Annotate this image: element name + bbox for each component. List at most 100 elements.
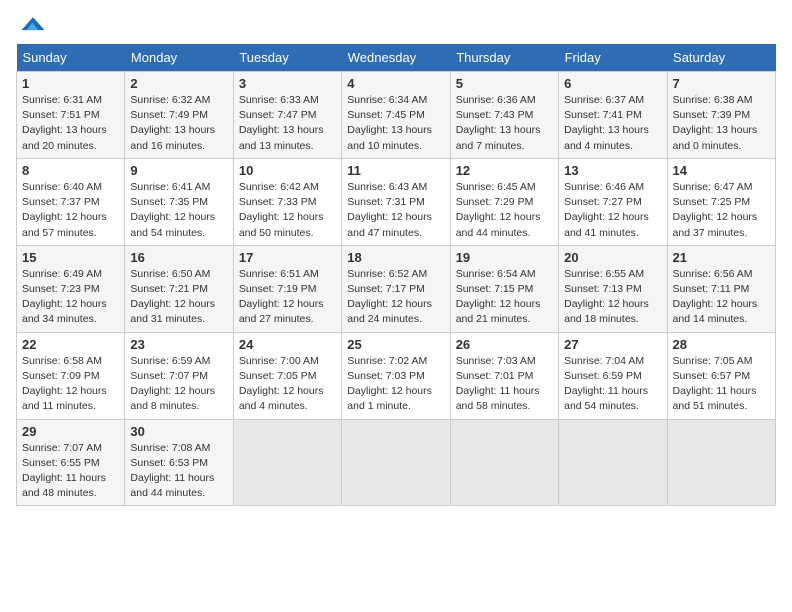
day-info: Sunrise: 6:45 AM Sunset: 7:29 PM Dayligh…: [456, 180, 553, 241]
day-number: 9: [130, 163, 227, 178]
day-info: Sunrise: 6:58 AM Sunset: 7:09 PM Dayligh…: [22, 354, 119, 415]
day-of-week-thursday: Thursday: [450, 44, 558, 72]
table-row: 18 Sunrise: 6:52 AM Sunset: 7:17 PM Dayl…: [342, 245, 450, 332]
table-row: [450, 419, 558, 506]
table-row: 13 Sunrise: 6:46 AM Sunset: 7:27 PM Dayl…: [559, 158, 667, 245]
table-row: [667, 419, 775, 506]
day-info: Sunrise: 6:42 AM Sunset: 7:33 PM Dayligh…: [239, 180, 336, 241]
day-number: 28: [673, 337, 770, 352]
day-info: Sunrise: 6:55 AM Sunset: 7:13 PM Dayligh…: [564, 267, 661, 328]
day-info: Sunrise: 6:52 AM Sunset: 7:17 PM Dayligh…: [347, 267, 444, 328]
table-row: [559, 419, 667, 506]
calendar: SundayMondayTuesdayWednesdayThursdayFrid…: [16, 44, 776, 506]
day-info: Sunrise: 6:59 AM Sunset: 7:07 PM Dayligh…: [130, 354, 227, 415]
day-number: 7: [673, 76, 770, 91]
table-row: 28 Sunrise: 7:05 AM Sunset: 6:57 PM Dayl…: [667, 332, 775, 419]
table-row: 19 Sunrise: 6:54 AM Sunset: 7:15 PM Dayl…: [450, 245, 558, 332]
day-number: 8: [22, 163, 119, 178]
day-number: 15: [22, 250, 119, 265]
day-info: Sunrise: 7:02 AM Sunset: 7:03 PM Dayligh…: [347, 354, 444, 415]
day-number: 27: [564, 337, 661, 352]
table-row: 17 Sunrise: 6:51 AM Sunset: 7:19 PM Dayl…: [233, 245, 341, 332]
day-of-week-tuesday: Tuesday: [233, 44, 341, 72]
day-info: Sunrise: 6:50 AM Sunset: 7:21 PM Dayligh…: [130, 267, 227, 328]
day-of-week-friday: Friday: [559, 44, 667, 72]
day-number: 18: [347, 250, 444, 265]
day-info: Sunrise: 6:34 AM Sunset: 7:45 PM Dayligh…: [347, 93, 444, 154]
day-number: 5: [456, 76, 553, 91]
table-row: 2 Sunrise: 6:32 AM Sunset: 7:49 PM Dayli…: [125, 72, 233, 159]
day-number: 10: [239, 163, 336, 178]
day-info: Sunrise: 6:51 AM Sunset: 7:19 PM Dayligh…: [239, 267, 336, 328]
table-row: 15 Sunrise: 6:49 AM Sunset: 7:23 PM Dayl…: [17, 245, 125, 332]
table-row: 27 Sunrise: 7:04 AM Sunset: 6:59 PM Dayl…: [559, 332, 667, 419]
day-info: Sunrise: 7:04 AM Sunset: 6:59 PM Dayligh…: [564, 354, 661, 415]
day-info: Sunrise: 6:41 AM Sunset: 7:35 PM Dayligh…: [130, 180, 227, 241]
day-number: 4: [347, 76, 444, 91]
table-row: 29 Sunrise: 7:07 AM Sunset: 6:55 PM Dayl…: [17, 419, 125, 506]
table-row: 12 Sunrise: 6:45 AM Sunset: 7:29 PM Dayl…: [450, 158, 558, 245]
day-info: Sunrise: 6:37 AM Sunset: 7:41 PM Dayligh…: [564, 93, 661, 154]
day-number: 12: [456, 163, 553, 178]
table-row: 3 Sunrise: 6:33 AM Sunset: 7:47 PM Dayli…: [233, 72, 341, 159]
day-info: Sunrise: 6:47 AM Sunset: 7:25 PM Dayligh…: [673, 180, 770, 241]
day-info: Sunrise: 7:05 AM Sunset: 6:57 PM Dayligh…: [673, 354, 770, 415]
table-row: 22 Sunrise: 6:58 AM Sunset: 7:09 PM Dayl…: [17, 332, 125, 419]
day-info: Sunrise: 7:08 AM Sunset: 6:53 PM Dayligh…: [130, 441, 227, 502]
table-row: 10 Sunrise: 6:42 AM Sunset: 7:33 PM Dayl…: [233, 158, 341, 245]
day-info: Sunrise: 6:46 AM Sunset: 7:27 PM Dayligh…: [564, 180, 661, 241]
table-row: 5 Sunrise: 6:36 AM Sunset: 7:43 PM Dayli…: [450, 72, 558, 159]
day-of-week-wednesday: Wednesday: [342, 44, 450, 72]
table-row: 25 Sunrise: 7:02 AM Sunset: 7:03 PM Dayl…: [342, 332, 450, 419]
day-number: 17: [239, 250, 336, 265]
day-info: Sunrise: 7:03 AM Sunset: 7:01 PM Dayligh…: [456, 354, 553, 415]
day-number: 13: [564, 163, 661, 178]
day-number: 6: [564, 76, 661, 91]
table-row: 20 Sunrise: 6:55 AM Sunset: 7:13 PM Dayl…: [559, 245, 667, 332]
table-row: [342, 419, 450, 506]
table-row: 4 Sunrise: 6:34 AM Sunset: 7:45 PM Dayli…: [342, 72, 450, 159]
logo: [16, 16, 50, 34]
day-number: 21: [673, 250, 770, 265]
day-number: 16: [130, 250, 227, 265]
day-number: 29: [22, 424, 119, 439]
day-number: 26: [456, 337, 553, 352]
table-row: 23 Sunrise: 6:59 AM Sunset: 7:07 PM Dayl…: [125, 332, 233, 419]
day-info: Sunrise: 6:38 AM Sunset: 7:39 PM Dayligh…: [673, 93, 770, 154]
day-number: 25: [347, 337, 444, 352]
table-row: 8 Sunrise: 6:40 AM Sunset: 7:37 PM Dayli…: [17, 158, 125, 245]
day-of-week-sunday: Sunday: [17, 44, 125, 72]
day-info: Sunrise: 7:00 AM Sunset: 7:05 PM Dayligh…: [239, 354, 336, 415]
day-info: Sunrise: 6:32 AM Sunset: 7:49 PM Dayligh…: [130, 93, 227, 154]
table-row: 16 Sunrise: 6:50 AM Sunset: 7:21 PM Dayl…: [125, 245, 233, 332]
day-info: Sunrise: 6:49 AM Sunset: 7:23 PM Dayligh…: [22, 267, 119, 328]
table-row: 11 Sunrise: 6:43 AM Sunset: 7:31 PM Dayl…: [342, 158, 450, 245]
table-row: 1 Sunrise: 6:31 AM Sunset: 7:51 PM Dayli…: [17, 72, 125, 159]
day-number: 30: [130, 424, 227, 439]
day-number: 14: [673, 163, 770, 178]
day-number: 19: [456, 250, 553, 265]
day-info: Sunrise: 6:43 AM Sunset: 7:31 PM Dayligh…: [347, 180, 444, 241]
table-row: 30 Sunrise: 7:08 AM Sunset: 6:53 PM Dayl…: [125, 419, 233, 506]
day-number: 20: [564, 250, 661, 265]
day-number: 23: [130, 337, 227, 352]
day-info: Sunrise: 7:07 AM Sunset: 6:55 PM Dayligh…: [22, 441, 119, 502]
logo-icon: [18, 16, 48, 34]
day-info: Sunrise: 6:40 AM Sunset: 7:37 PM Dayligh…: [22, 180, 119, 241]
table-row: [233, 419, 341, 506]
day-number: 22: [22, 337, 119, 352]
table-row: 7 Sunrise: 6:38 AM Sunset: 7:39 PM Dayli…: [667, 72, 775, 159]
day-info: Sunrise: 6:56 AM Sunset: 7:11 PM Dayligh…: [673, 267, 770, 328]
table-row: 14 Sunrise: 6:47 AM Sunset: 7:25 PM Dayl…: [667, 158, 775, 245]
table-row: 24 Sunrise: 7:00 AM Sunset: 7:05 PM Dayl…: [233, 332, 341, 419]
table-row: 6 Sunrise: 6:37 AM Sunset: 7:41 PM Dayli…: [559, 72, 667, 159]
day-number: 2: [130, 76, 227, 91]
day-number: 1: [22, 76, 119, 91]
table-row: 26 Sunrise: 7:03 AM Sunset: 7:01 PM Dayl…: [450, 332, 558, 419]
table-row: 21 Sunrise: 6:56 AM Sunset: 7:11 PM Dayl…: [667, 245, 775, 332]
day-info: Sunrise: 6:33 AM Sunset: 7:47 PM Dayligh…: [239, 93, 336, 154]
day-number: 24: [239, 337, 336, 352]
day-info: Sunrise: 6:31 AM Sunset: 7:51 PM Dayligh…: [22, 93, 119, 154]
day-info: Sunrise: 6:54 AM Sunset: 7:15 PM Dayligh…: [456, 267, 553, 328]
day-of-week-monday: Monday: [125, 44, 233, 72]
